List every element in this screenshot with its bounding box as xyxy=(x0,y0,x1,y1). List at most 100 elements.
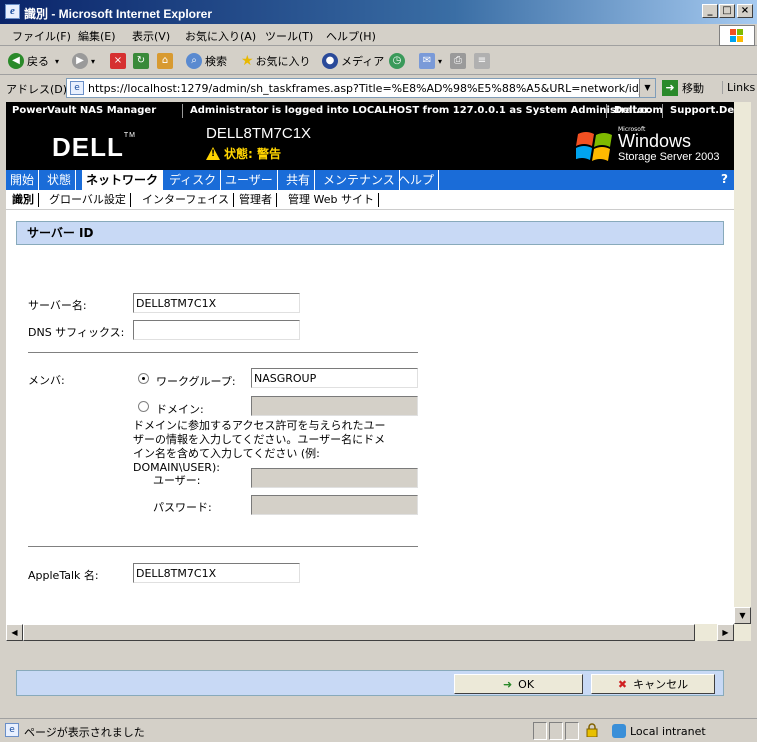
back-button[interactable]: ◀ 戻る ▾ xyxy=(8,53,59,69)
tab-users[interactable]: ユーザー xyxy=(221,170,278,190)
security-zone[interactable]: Local intranet xyxy=(612,724,706,738)
separator xyxy=(662,104,663,118)
divider xyxy=(28,352,418,354)
scroll-down-icon[interactable]: ▼ xyxy=(734,607,751,624)
address-bar: アドレス(D) e https://localhost:1279/admin/s… xyxy=(0,76,757,100)
status-indicator: ! 状態: 警告 xyxy=(206,145,281,162)
home-icon: ⌂ xyxy=(157,53,173,69)
action-button-bar: ➜ OK ✖ キャンセル xyxy=(16,670,724,696)
domain-field[interactable] xyxy=(251,396,418,416)
status-panel xyxy=(549,722,563,740)
subtab-identification[interactable]: 識別 xyxy=(8,193,39,207)
search-label: 検索 xyxy=(205,55,227,68)
address-dropdown-icon[interactable]: ▼ xyxy=(639,79,655,97)
menu-help[interactable]: ヘルプ(H) xyxy=(326,28,376,44)
forward-dropdown-icon[interactable]: ▾ xyxy=(91,57,95,66)
server-name-field[interactable] xyxy=(133,293,300,313)
tab-status[interactable]: 状態 xyxy=(43,170,77,190)
ssl-lock-icon[interactable] xyxy=(586,723,598,737)
search-button[interactable]: ⌕ 検索 xyxy=(186,53,227,69)
close-button[interactable]: × xyxy=(737,4,753,18)
forward-arrow-icon: ▶ xyxy=(72,53,88,69)
standard-toolbar: ◀ 戻る ▾ ▶ ▾ × ↻ ⌂ ⌕ 検索 ★ お気に入り ● メディア ◷ ✉… xyxy=(0,47,757,75)
print-button[interactable]: ⎙ xyxy=(450,53,469,69)
tab-maintenance[interactable]: メンテナンス xyxy=(319,170,400,190)
warning-icon: ! xyxy=(206,147,220,160)
back-arrow-icon: ◀ xyxy=(8,53,24,69)
user-field[interactable] xyxy=(251,468,418,488)
appletalk-field[interactable] xyxy=(133,563,300,583)
dell-banner: DELLTM DELL8TM7C1X ! 状態: 警告 Microsoft Wi… xyxy=(6,120,734,170)
subtab-administrators[interactable]: 管理者 xyxy=(235,193,277,207)
favorites-label: お気に入り xyxy=(255,55,311,68)
tab-help[interactable]: ヘルプ xyxy=(394,170,440,190)
horizontal-scrollbar[interactable]: ◀ ▶ xyxy=(6,624,751,641)
mail-icon: ✉ xyxy=(419,53,435,69)
print-icon: ⎙ xyxy=(450,53,466,69)
workgroup-radio[interactable] xyxy=(138,373,149,384)
mail-button[interactable]: ✉ ▾ xyxy=(419,53,442,69)
status-text: 状態: 警告 xyxy=(224,147,281,161)
product-name: PowerVault NAS Manager xyxy=(12,105,157,116)
address-label: アドレス(D) xyxy=(6,83,68,96)
subtab-admin-website[interactable]: 管理 Web サイト xyxy=(284,193,379,207)
cancel-x-icon: ✖ xyxy=(617,677,628,691)
menu-view[interactable]: 表示(V) xyxy=(132,28,170,44)
horizontal-scroll-thumb[interactable] xyxy=(23,624,695,641)
subtab-interfaces[interactable]: インターフェイス xyxy=(138,193,235,207)
menu-file[interactable]: ファイル(F) xyxy=(12,28,71,44)
menu-bar: ファイル(F) 編集(E) 表示(V) お気に入り(A) ツール(T) ヘルプ(… xyxy=(0,24,757,46)
stop-button[interactable]: × xyxy=(110,53,129,69)
minimize-button[interactable]: _ xyxy=(702,4,718,18)
media-icon: ● xyxy=(322,53,338,69)
windows-throbber xyxy=(719,25,755,46)
menu-edit[interactable]: 編集(E) xyxy=(78,28,116,44)
server-name-heading: DELL8TM7C1X xyxy=(206,125,312,142)
support-link[interactable]: Support.Dell. xyxy=(670,105,734,116)
mail-dropdown-icon[interactable]: ▾ xyxy=(438,57,442,66)
back-dropdown-icon[interactable]: ▾ xyxy=(55,57,59,66)
scroll-right-icon[interactable]: ▶ xyxy=(717,624,734,641)
dell-com-link[interactable]: Dell.com xyxy=(614,105,663,116)
refresh-button[interactable]: ↻ xyxy=(133,53,152,69)
page-done-icon: e xyxy=(5,723,19,737)
dns-suffix-field[interactable] xyxy=(133,320,300,340)
go-arrow-icon: ➜ xyxy=(662,80,678,96)
ok-button[interactable]: ➜ OK xyxy=(454,674,583,694)
menu-tools[interactable]: ツール(T) xyxy=(265,28,313,44)
window-titlebar[interactable]: e 識別 - Microsoft Internet Explorer _ □ × xyxy=(0,0,757,24)
sub-tabs: 識別 グローバル設定 インターフェイス 管理者 管理 Web サイト xyxy=(6,190,734,210)
history-icon: ◷ xyxy=(389,53,405,69)
tab-disk[interactable]: ディスク xyxy=(165,170,222,190)
scroll-left-icon[interactable]: ◀ xyxy=(6,624,23,641)
main-tabs: 開始 状態 ネットワーク ディスク ユーザー 共有 メンテナンス ヘルプ ? xyxy=(6,170,734,190)
help-icon[interactable]: ? xyxy=(721,172,728,186)
page-viewport: PowerVault NAS Manager Administrator is … xyxy=(6,102,734,624)
home-button[interactable]: ⌂ xyxy=(157,53,176,69)
address-url: https://localhost:1279/admin/sh_taskfram… xyxy=(88,82,640,95)
menu-favorites[interactable]: お気に入り(A) xyxy=(185,28,256,44)
password-field[interactable] xyxy=(251,495,418,515)
tab-start[interactable]: 開始 xyxy=(6,170,40,190)
stop-icon: × xyxy=(110,53,126,69)
window-title: 識別 - Microsoft Internet Explorer xyxy=(24,7,213,21)
history-button[interactable]: ◷ xyxy=(389,53,408,69)
address-input[interactable]: e https://localhost:1279/admin/sh_taskfr… xyxy=(66,78,656,98)
favorites-button[interactable]: ★ お気に入り xyxy=(241,53,311,69)
links-button[interactable]: Links xyxy=(722,81,755,94)
domain-radio[interactable] xyxy=(138,401,149,412)
go-button[interactable]: ➜ 移動 xyxy=(662,80,704,96)
tab-shares[interactable]: 共有 xyxy=(282,170,316,190)
subtab-global-settings[interactable]: グローバル設定 xyxy=(45,193,131,207)
tab-network[interactable]: ネットワーク xyxy=(82,170,164,190)
maximize-button[interactable]: □ xyxy=(719,4,735,18)
vertical-scrollbar[interactable]: ▼ xyxy=(734,102,751,624)
forward-button[interactable]: ▶ ▾ xyxy=(72,53,95,69)
edit-button[interactable]: ≡ xyxy=(474,53,493,69)
domain-label: ドメイン: xyxy=(156,403,204,416)
dell-logo: DELLTM xyxy=(52,132,136,162)
cancel-button[interactable]: ✖ キャンセル xyxy=(591,674,715,694)
star-icon: ★ xyxy=(241,53,254,69)
workgroup-field[interactable] xyxy=(251,368,418,388)
media-button[interactable]: ● メディア xyxy=(322,53,384,69)
